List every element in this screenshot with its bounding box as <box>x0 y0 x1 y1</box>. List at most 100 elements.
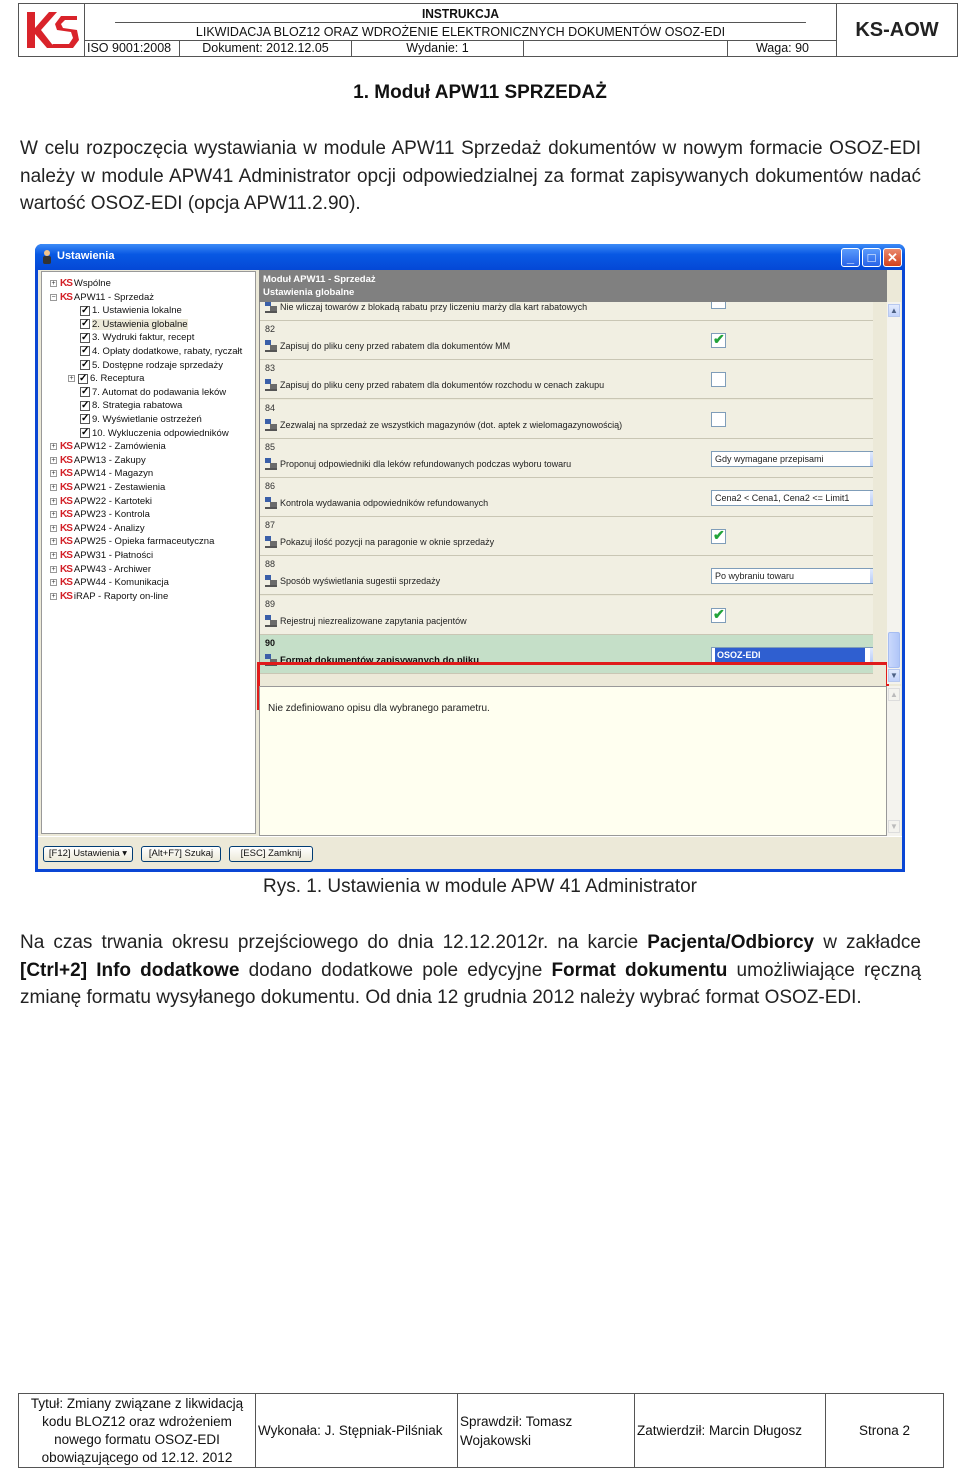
parameter-row[interactable]: 85 Proponuj odpowiedniki dla leków refund… <box>260 438 873 478</box>
tree-item[interactable]: + KS APW31 - Płatności <box>50 549 153 562</box>
tree-item-label: 10. Wykluczenia odpowiedników <box>92 427 229 439</box>
expand-icon[interactable]: + <box>50 279 57 287</box>
parameter-dropdown[interactable]: Cena2 < Cena1, Cena2 <= Limit1 ▼ <box>711 490 873 506</box>
tree-item[interactable]: + KS APW13 - Zakupy <box>50 454 146 467</box>
tree-item[interactable]: ✓ 9. Wyświetlanie ostrzeżeń <box>80 413 202 426</box>
minimize-button[interactable]: _ <box>841 248 860 267</box>
parameter-dropdown[interactable]: OSOZ-EDI ▼ <box>711 646 873 663</box>
tree-item[interactable]: + KS APW44 - Komunikacja <box>50 576 169 589</box>
parameter-scrollbar[interactable]: ▲ ▼ <box>887 302 901 684</box>
expand-icon[interactable]: + <box>50 456 57 464</box>
ks-module-icon: KS <box>60 278 73 289</box>
expand-icon[interactable]: + <box>68 375 75 383</box>
checkmark-icon: ✓ <box>78 372 88 384</box>
window-titlebar[interactable]: Ustawienia _ □ ✕ <box>35 244 905 270</box>
expand-icon[interactable]: + <box>50 538 57 546</box>
search-button[interactable]: [Alt+F7] Szukaj <box>141 846 221 862</box>
parameter-checkbox[interactable] <box>711 372 726 388</box>
parameter-list: Nie wliczaj towarów z blokadą rabatu prz… <box>259 302 873 682</box>
tree-item[interactable]: ✓ 7. Automat do podawania leków <box>80 386 226 399</box>
weight: Waga: 90 <box>755 41 810 55</box>
parameter-row[interactable]: Nie wliczaj towarów z blokadą rabatu prz… <box>260 302 873 321</box>
tree-item[interactable]: + KS iRAP - Raporty on-line <box>50 590 168 603</box>
ks-module-icon: KS <box>60 550 73 561</box>
expand-icon[interactable]: + <box>50 497 57 505</box>
expand-icon[interactable]: + <box>50 579 57 587</box>
parameter-checkbox[interactable]: ✔ <box>711 331 726 349</box>
parameter-row[interactable]: 88 Sposób wyświetlania sugestii sprzedaży… <box>260 556 873 596</box>
close-window-button[interactable]: ✕ <box>883 248 902 267</box>
para-text: Na czas trwania okresu przejściowego do … <box>20 932 648 953</box>
tree-item[interactable]: + KS APW24 - Analizy <box>50 522 145 535</box>
tree-item[interactable]: ✓ 8. Strategia rabatowa <box>80 399 182 412</box>
chevron-down-icon[interactable]: ▼ <box>870 569 873 584</box>
expand-icon[interactable]: + <box>50 443 57 451</box>
tree-item[interactable]: + KS APW23 - Kontrola <box>50 508 150 521</box>
settings-menu-button[interactable]: [F12] Ustawienia ▾ <box>43 846 133 862</box>
close-button[interactable]: [ESC] Zamknij <box>229 846 313 862</box>
parameter-dropdown[interactable]: Po wybraniu towaru ▼ <box>711 568 873 585</box>
parameter-dropdown[interactable]: Gdy wymagane przepisami ▼ <box>711 450 873 467</box>
document-footer: Tytuł: Zmiany związane z likwidacją kodu… <box>18 1393 944 1468</box>
tree-item-label: iRAP - Raporty on-line <box>73 590 169 602</box>
tree-item-label: 6. Receptura <box>90 373 145 385</box>
footer-page: Strona 2 <box>858 1423 911 1438</box>
tree-item[interactable]: ✓ 1. Ustawienia lokalne <box>80 304 182 317</box>
desc-scroll-up[interactable]: ▲ <box>888 688 900 701</box>
para-bold-tab: [Ctrl+2] Info dodatkowe <box>20 959 240 981</box>
parameter-row[interactable]: 86 Kontrola wydawania odpowiedników refun… <box>260 478 873 517</box>
chevron-down-icon[interactable]: ▼ <box>870 451 873 466</box>
tree-item[interactable]: + KS Wspólne <box>50 277 111 290</box>
expand-icon[interactable]: + <box>50 551 57 559</box>
parameter-checkbox[interactable]: ✔ <box>711 527 726 545</box>
tree-item[interactable]: + KS APW12 - Zamówienia <box>50 440 166 453</box>
checkmark-icon: ✔ <box>713 527 725 544</box>
settings-tree[interactable]: + KS Wspólne − KS APW11 - Sprzedaż ✓ 1. Ustawie… <box>41 271 256 834</box>
tree-item-label: Wspólne <box>73 278 111 289</box>
parameter-checkbox[interactable] <box>711 302 726 309</box>
tree-item[interactable]: + KS APW22 - Kartoteki <box>50 495 152 508</box>
expand-icon[interactable]: + <box>50 511 57 519</box>
collapse-icon[interactable]: − <box>50 293 57 301</box>
expand-icon[interactable]: + <box>50 470 57 478</box>
parameter-row[interactable]: 83 Zapisuj do pliku ceny przed rabatem dl… <box>260 360 873 400</box>
expand-icon[interactable]: + <box>50 483 57 491</box>
parameter-checkbox[interactable]: ✔ <box>711 606 726 623</box>
scroll-down-button[interactable]: ▼ <box>888 669 900 682</box>
tree-item[interactable]: + KS APW43 - Archiwer <box>50 563 151 576</box>
tree-item[interactable]: + KS APW21 - Zestawienia <box>50 481 165 494</box>
chevron-down-icon[interactable]: ▼ <box>870 647 873 662</box>
tree-item[interactable]: ✓ 10. Wykluczenia odpowiedników <box>80 427 229 440</box>
desc-scroll-down[interactable]: ▼ <box>888 820 900 833</box>
tree-item[interactable]: ✓ 4. Opłaty dodatkowe, rabaty, ryczałt <box>80 345 242 358</box>
button-bar: [F12] Ustawienia ▾ [Alt+F7] Szukaj [ESC]… <box>38 836 902 869</box>
expand-icon[interactable]: + <box>50 592 57 600</box>
tree-item[interactable]: + KS APW14 - Magazyn <box>50 467 153 480</box>
second-paragraph: Na czas trwania okresu przejściowego do … <box>20 929 921 1012</box>
panel-module-title: Moduł APW11 - Sprzedaż <box>263 274 376 285</box>
panel-section-title: Ustawienia globalne <box>263 287 355 298</box>
expand-icon[interactable]: + <box>50 524 57 532</box>
dropdown-value: Po wybraniu towaru <box>715 571 795 582</box>
tree-item[interactable]: − KS APW11 - Sprzedaż <box>50 291 154 304</box>
parameter-row[interactable]: 82 Zapisuj do pliku ceny przed rabatem dl… <box>260 321 873 361</box>
tree-item-label: APW22 - Kartoteki <box>73 495 153 507</box>
expand-icon[interactable]: + <box>50 565 57 573</box>
description-scrollbar[interactable]: ▲ ▼ <box>887 686 901 836</box>
scroll-up-button[interactable]: ▲ <box>888 304 900 317</box>
tree-item[interactable]: ✓ 2. Ustawienia globalne <box>80 318 188 331</box>
chevron-down-icon[interactable]: ▼ <box>870 491 873 505</box>
parameter-row[interactable]: 87 Pokazuj ilość pozycji na paragonie w o… <box>260 517 873 557</box>
parameter-row[interactable]: 89 Rejestruj niezrealizowane zapytania pa… <box>260 595 873 635</box>
tree-item[interactable]: ✓ 3. Wydruki faktur, recept <box>80 331 194 344</box>
tree-item[interactable]: + KS APW25 - Opieka farmaceutyczna <box>50 535 214 548</box>
tree-item-label: APW21 - Zestawienia <box>73 482 166 493</box>
parameter-description-label: Sposób wyświetlania sugestii sprzedaży <box>280 576 441 587</box>
tree-item[interactable]: ✓ 5. Dostępne rodzaje sprzedaży <box>80 359 223 372</box>
parameter-row[interactable]: 84 Zezwalaj na sprzedaż ze wszystkich mag… <box>260 399 873 439</box>
scroll-thumb[interactable] <box>888 632 900 668</box>
maximize-button[interactable]: □ <box>862 248 881 267</box>
parameter-checkbox[interactable] <box>711 411 726 427</box>
tree-item[interactable]: + ✓ 6. Receptura <box>68 372 144 385</box>
parameter-number: 88 <box>265 559 276 570</box>
